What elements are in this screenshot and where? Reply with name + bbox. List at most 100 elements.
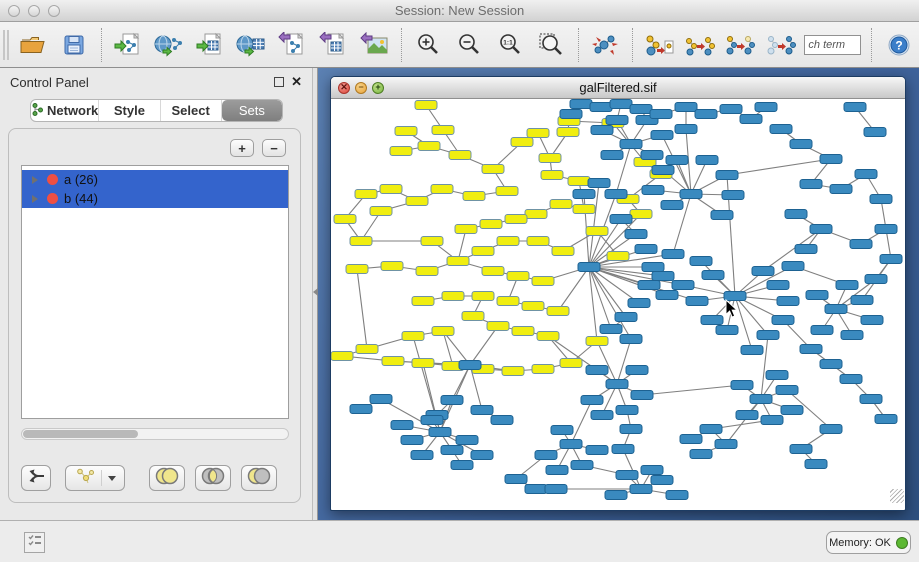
tab-select-label: Select: [171, 103, 209, 118]
main-toolbar: 1:1 ch term ?: [0, 22, 919, 68]
toolbar-separator: [578, 28, 579, 62]
control-panel-tabs: Network Style Select Sets: [30, 99, 283, 122]
set-dot-icon: [47, 193, 58, 204]
zoom-in-button[interactable]: [408, 26, 449, 64]
task-history-button[interactable]: [24, 532, 45, 553]
search-text: ch term: [808, 39, 845, 51]
float-panel-icon[interactable]: [274, 77, 284, 87]
remove-set-button[interactable]: −: [262, 139, 286, 157]
set-network-icon: [75, 467, 95, 490]
network-frame-title: galFiltered.sif: [331, 80, 905, 95]
import-network-url-button[interactable]: [149, 26, 190, 64]
button-divider: [101, 470, 102, 486]
network-frame-titlebar[interactable]: ✕ − + galFiltered.sif: [331, 77, 905, 99]
save-floppy-icon: [62, 33, 86, 57]
select-nodes-icon: [725, 31, 757, 59]
intersect-sets-button[interactable]: [195, 465, 231, 491]
dropdown-arrow-icon: [108, 476, 116, 481]
save-session-button[interactable]: [54, 26, 95, 64]
zoom-one-to-one-icon: 1:1: [497, 32, 523, 58]
close-panel-icon[interactable]: ✕: [291, 77, 302, 87]
import-table-file-button[interactable]: [190, 26, 231, 64]
venn-difference-icon: [246, 467, 272, 490]
network-desktop: ✕ − + galFiltered.sif: [318, 68, 919, 520]
open-session-button[interactable]: [13, 26, 54, 64]
import-network-url-icon: [154, 32, 184, 58]
scrollbar-thumb[interactable]: [23, 430, 138, 438]
status-bar: Memory: OK: [0, 520, 919, 562]
export-image-icon: [360, 32, 388, 58]
union-sets-button[interactable]: [149, 465, 185, 491]
network-graph[interactable]: [331, 99, 905, 504]
export-image-button[interactable]: [354, 26, 395, 64]
hide-selected-icon: [766, 31, 798, 59]
select-nodes-button[interactable]: [720, 26, 761, 64]
export-network-button[interactable]: [272, 26, 313, 64]
zoom-out-button[interactable]: [449, 26, 490, 64]
toolbar-separator: [401, 28, 402, 62]
set-label: a (26): [64, 172, 98, 187]
tab-network[interactable]: Network: [31, 100, 99, 121]
search-input[interactable]: ch term: [804, 35, 861, 55]
sets-list[interactable]: a (26) b (44): [21, 165, 289, 419]
import-network-file-button[interactable]: [108, 26, 149, 64]
import-network-file-icon: [114, 32, 142, 58]
control-panel-header: Control Panel ✕: [0, 68, 312, 96]
selected-nodes-network-icon: [684, 31, 716, 59]
sets-horizontal-scrollbar[interactable]: [21, 428, 289, 440]
export-network-icon: [278, 32, 306, 58]
sets-panel: + − a (26) b (44): [8, 128, 301, 503]
layout-icon: [590, 31, 620, 59]
export-table-icon: [319, 32, 347, 58]
tab-style[interactable]: Style: [99, 100, 160, 121]
hide-selected-button[interactable]: [761, 26, 802, 64]
tab-style-label: Style: [114, 103, 145, 118]
sets-actions: [21, 464, 291, 492]
difference-sets-button[interactable]: [241, 465, 277, 491]
network-frame[interactable]: ✕ − + galFiltered.sif: [330, 76, 906, 511]
task-checklist-icon: [28, 533, 42, 552]
open-folder-icon: [19, 33, 47, 57]
help-icon: ?: [887, 33, 911, 57]
zoom-fit-selected-icon: [538, 32, 564, 58]
apply-layout-button[interactable]: [585, 26, 626, 64]
help-button[interactable]: ?: [878, 26, 919, 64]
memory-status-button[interactable]: Memory: OK: [826, 531, 911, 554]
add-set-button[interactable]: +: [230, 139, 254, 157]
set-label: b (44): [64, 191, 98, 206]
svg-text:?: ?: [895, 38, 902, 52]
zoom-in-icon: [415, 32, 441, 58]
toolbar-separator: [632, 28, 633, 62]
import-table-url-button[interactable]: [231, 26, 272, 64]
control-panel-title: Control Panel: [10, 75, 89, 90]
network-canvas[interactable]: [331, 99, 905, 504]
expand-triangle-icon[interactable]: [32, 195, 38, 203]
tab-sets-label: Sets: [239, 103, 265, 118]
window-titlebar: Session: New Session: [0, 0, 919, 22]
create-set-dropdown-button[interactable]: [65, 465, 125, 491]
set-dot-icon: [47, 174, 58, 185]
first-neighbors-button[interactable]: [639, 26, 680, 64]
import-table-file-icon: [196, 32, 224, 58]
tab-sets[interactable]: Sets: [222, 100, 282, 121]
zoom-fit-selected-button[interactable]: [531, 26, 572, 64]
set-row-b[interactable]: b (44): [22, 189, 288, 208]
control-panel: Control Panel ✕ Network Style Select Set…: [0, 68, 312, 520]
zoom-actual-size-button[interactable]: 1:1: [490, 26, 531, 64]
window-title: Session: New Session: [0, 3, 919, 18]
venn-intersection-icon: [200, 467, 226, 490]
toolbar-drag-handle[interactable]: [3, 30, 9, 60]
memory-ok-indicator: [896, 537, 908, 549]
split-set-button[interactable]: [21, 465, 51, 491]
expand-triangle-icon[interactable]: [32, 176, 38, 184]
tab-select[interactable]: Select: [161, 100, 222, 121]
export-table-button[interactable]: [313, 26, 354, 64]
zoom-out-icon: [456, 32, 482, 58]
network-tab-icon: [31, 103, 43, 119]
frame-resize-grip[interactable]: [890, 489, 904, 503]
venn-union-icon: [154, 467, 180, 490]
new-network-from-selection-button[interactable]: [679, 26, 720, 64]
first-neighbors-icon: [644, 31, 674, 59]
toolbar-separator: [101, 28, 102, 62]
set-row-a[interactable]: a (26): [22, 170, 288, 189]
